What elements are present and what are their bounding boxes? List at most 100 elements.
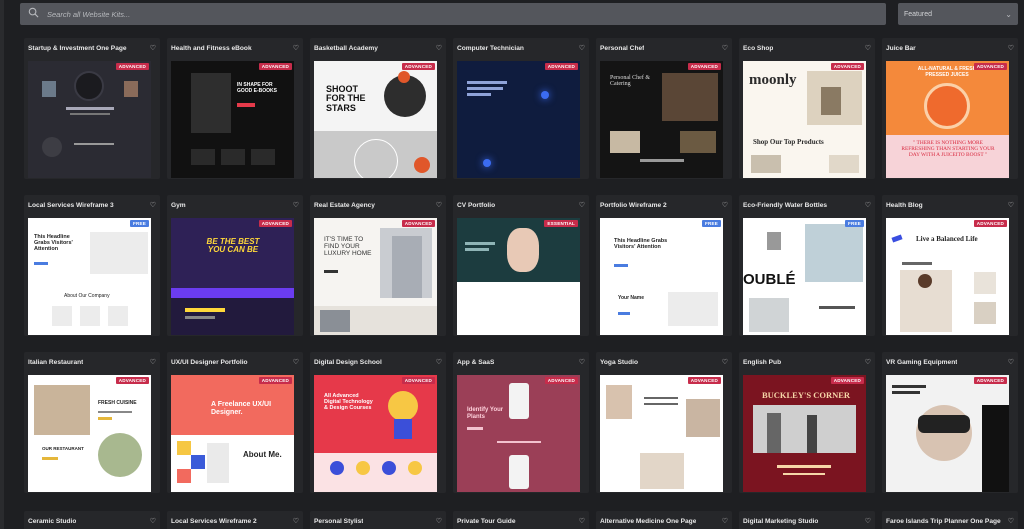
kit-card[interactable]: Personal Stylist ♡ [310,511,446,529]
realestate-headline: IT'S TIME TO FIND YOUR LUXURY HOME [324,236,372,258]
heart-icon[interactable]: ♡ [150,358,156,366]
kit-title: Local Services Wireframe 2 [171,517,257,525]
heart-icon[interactable]: ♡ [722,358,728,366]
kit-card[interactable]: UX/UI Designer Portfolio ♡ A Freelance UX… [167,352,303,493]
kit-card[interactable]: Personal Chef ♡ Personal Chef & Catering … [596,38,732,179]
heart-icon[interactable]: ♡ [722,44,728,52]
kit-card[interactable]: Faroe Islands Trip Planner One Page ♡ [882,511,1018,529]
kit-thumbnail[interactable]: All Advanced Digital Technology & Design… [314,375,437,492]
kit-card[interactable]: Health and Fitness eBook ♡ IN SHAPE FOR G… [167,38,303,179]
kit-thumbnail[interactable]: ADVANCED [600,375,723,492]
kit-card[interactable]: Digital Design School ♡ All Advanced Digi… [310,352,446,493]
heart-icon[interactable]: ♡ [579,44,585,52]
kit-card[interactable]: Real Estate Agency ♡ IT'S TIME TO FIND YO… [310,195,446,336]
kit-thumbnail[interactable]: ADVANCED [28,61,151,178]
heart-icon[interactable]: ♡ [579,517,585,525]
kit-thumbnail[interactable]: ESSENTIAL [457,218,580,335]
heart-icon[interactable]: ♡ [436,201,442,209]
kit-thumbnail[interactable]: BUCKLEY'S CORNER ADVANCED [743,375,866,492]
kit-card[interactable]: Basketball Academy ♡ SHOOT FOR THE STARS … [310,38,446,179]
kit-card[interactable]: Local Services Wireframe 3 ♡ This Headlin… [24,195,160,336]
kit-card[interactable]: Startup & Investment One Page ♡ ADVANCED [24,38,160,179]
kit-thumbnail[interactable]: This Headline Grabs Visitors' Attention … [28,218,151,335]
kit-card[interactable]: English Pub ♡ BUCKLEY'S CORNER ADVANCED [739,352,875,493]
kit-card[interactable]: Health Blog ♡ Live a Balanced Life ADVANC… [882,195,1018,336]
kit-thumbnail[interactable]: ALL-NATURAL & FRESH PRESSED JUICES " THE… [886,61,1009,178]
kit-thumbnail[interactable]: ADVANCED [457,61,580,178]
heart-icon[interactable]: ♡ [150,201,156,209]
moonly-logo: moonly [749,72,797,88]
kit-thumbnail[interactable]: ADVANCED [886,375,1009,492]
kit-card[interactable]: Alternative Medicine One Page ♡ [596,511,732,529]
heart-icon[interactable]: ♡ [436,517,442,525]
kit-card[interactable]: Portfolio Wireframe 2 ♡ This Headline Gra… [596,195,732,336]
kit-badge: FREE [129,220,149,227]
kit-thumbnail[interactable]: SHOOT FOR THE STARS ADVANCED [314,61,437,178]
kit-card[interactable]: VR Gaming Equipment ♡ ADVANCED [882,352,1018,493]
search-bar[interactable] [20,3,886,25]
heart-icon[interactable]: ♡ [579,201,585,209]
kit-thumbnail[interactable]: moonly Shop Our Top Products ADVANCED [743,61,866,178]
heart-icon[interactable]: ♡ [865,44,871,52]
kit-title: Personal Chef [600,44,645,52]
kit-card[interactable]: Eco Shop ♡ moonly Shop Our Top Products A… [739,38,875,179]
kit-card[interactable]: Ceramic Studio ♡ [24,511,160,529]
heart-icon[interactable]: ♡ [865,358,871,366]
heart-icon[interactable]: ♡ [579,358,585,366]
heart-icon[interactable]: ♡ [150,517,156,525]
kit-thumbnail[interactable]: FRESH CUISINE OUR RESTAURANT ADVANCED [28,375,151,492]
kit-badge: ADVANCED [401,220,435,227]
kit-card[interactable]: Italian Restaurant ♡ FRESH CUISINE OUR RE… [24,352,160,493]
heart-icon[interactable]: ♡ [1008,201,1014,209]
heart-icon[interactable]: ♡ [150,44,156,52]
kit-badge: ADVANCED [687,377,721,384]
search-icon [28,5,39,23]
kit-badge: ADVANCED [973,220,1007,227]
gym-headline: BE THE BEST YOU CAN BE [206,237,260,255]
kit-card[interactable]: CV Portfolio ♡ ESSENTIAL [453,195,589,336]
heart-icon[interactable]: ♡ [436,44,442,52]
kit-thumbnail[interactable]: OUBLÉ FREE [743,218,866,335]
heart-icon[interactable]: ♡ [722,201,728,209]
ebook-headline: IN SHAPE FOR GOOD E-BOOKS [237,82,278,94]
heart-icon[interactable]: ♡ [293,44,299,52]
kit-badge: ADVANCED [115,63,149,70]
kit-thumbnail[interactable]: BE THE BEST YOU CAN BE ADVANCED [171,218,294,335]
kit-card[interactable]: Gym ♡ BE THE BEST YOU CAN BE ADVANCED [167,195,303,336]
sort-select[interactable]: Featured ⌄ [898,3,1018,25]
heart-icon[interactable]: ♡ [293,358,299,366]
kit-card[interactable]: Private Tour Guide ♡ [453,511,589,529]
kit-badge: ADVANCED [687,63,721,70]
kit-badge: ADVANCED [401,377,435,384]
kit-card[interactable]: Yoga Studio ♡ ADVANCED [596,352,732,493]
kit-thumbnail[interactable]: Personal Chef & Catering ADVANCED [600,61,723,178]
kit-thumbnail[interactable]: Live a Balanced Life ADVANCED [886,218,1009,335]
heart-icon[interactable]: ♡ [865,517,871,525]
kit-card[interactable]: Digital Marketing Studio ♡ [739,511,875,529]
kit-card[interactable]: Juice Bar ♡ ALL-NATURAL & FRESH PRESSED J… [882,38,1018,179]
kit-card[interactable]: Eco-Friendly Water Bottles ♡ OUBLÉ FREE [739,195,875,336]
plants-headline: Identify Your Plants [467,407,504,420]
heart-icon[interactable]: ♡ [1008,358,1014,366]
heart-icon[interactable]: ♡ [1008,44,1014,52]
kit-title: English Pub [743,358,782,366]
kit-thumbnail[interactable]: IT'S TIME TO FIND YOUR LUXURY HOME ADVAN… [314,218,437,335]
sort-select-value: Featured [904,10,933,18]
search-input[interactable] [47,9,867,19]
kit-card[interactable]: Computer Technician ♡ ADVANCED [453,38,589,179]
kit-badge: ADVANCED [115,377,149,384]
left-rail [0,0,4,529]
heart-icon[interactable]: ♡ [865,201,871,209]
kit-thumbnail[interactable]: Identify Your Plants ADVANCED [457,375,580,492]
kit-thumbnail[interactable]: A Freelance UX/UI Designer. About Me. AD… [171,375,294,492]
heart-icon[interactable]: ♡ [293,517,299,525]
heart-icon[interactable]: ♡ [1008,517,1014,525]
uxui-about: About Me. [243,450,282,459]
kit-thumbnail[interactable]: This Headline Grabs Visitors' Attention … [600,218,723,335]
heart-icon[interactable]: ♡ [293,201,299,209]
kit-card[interactable]: App & SaaS ♡ Identify Your Plants ADVANCE… [453,352,589,493]
heart-icon[interactable]: ♡ [722,517,728,525]
kit-thumbnail[interactable]: IN SHAPE FOR GOOD E-BOOKS ADVANCED [171,61,294,178]
kit-card[interactable]: Local Services Wireframe 2 ♡ [167,511,303,529]
heart-icon[interactable]: ♡ [436,358,442,366]
